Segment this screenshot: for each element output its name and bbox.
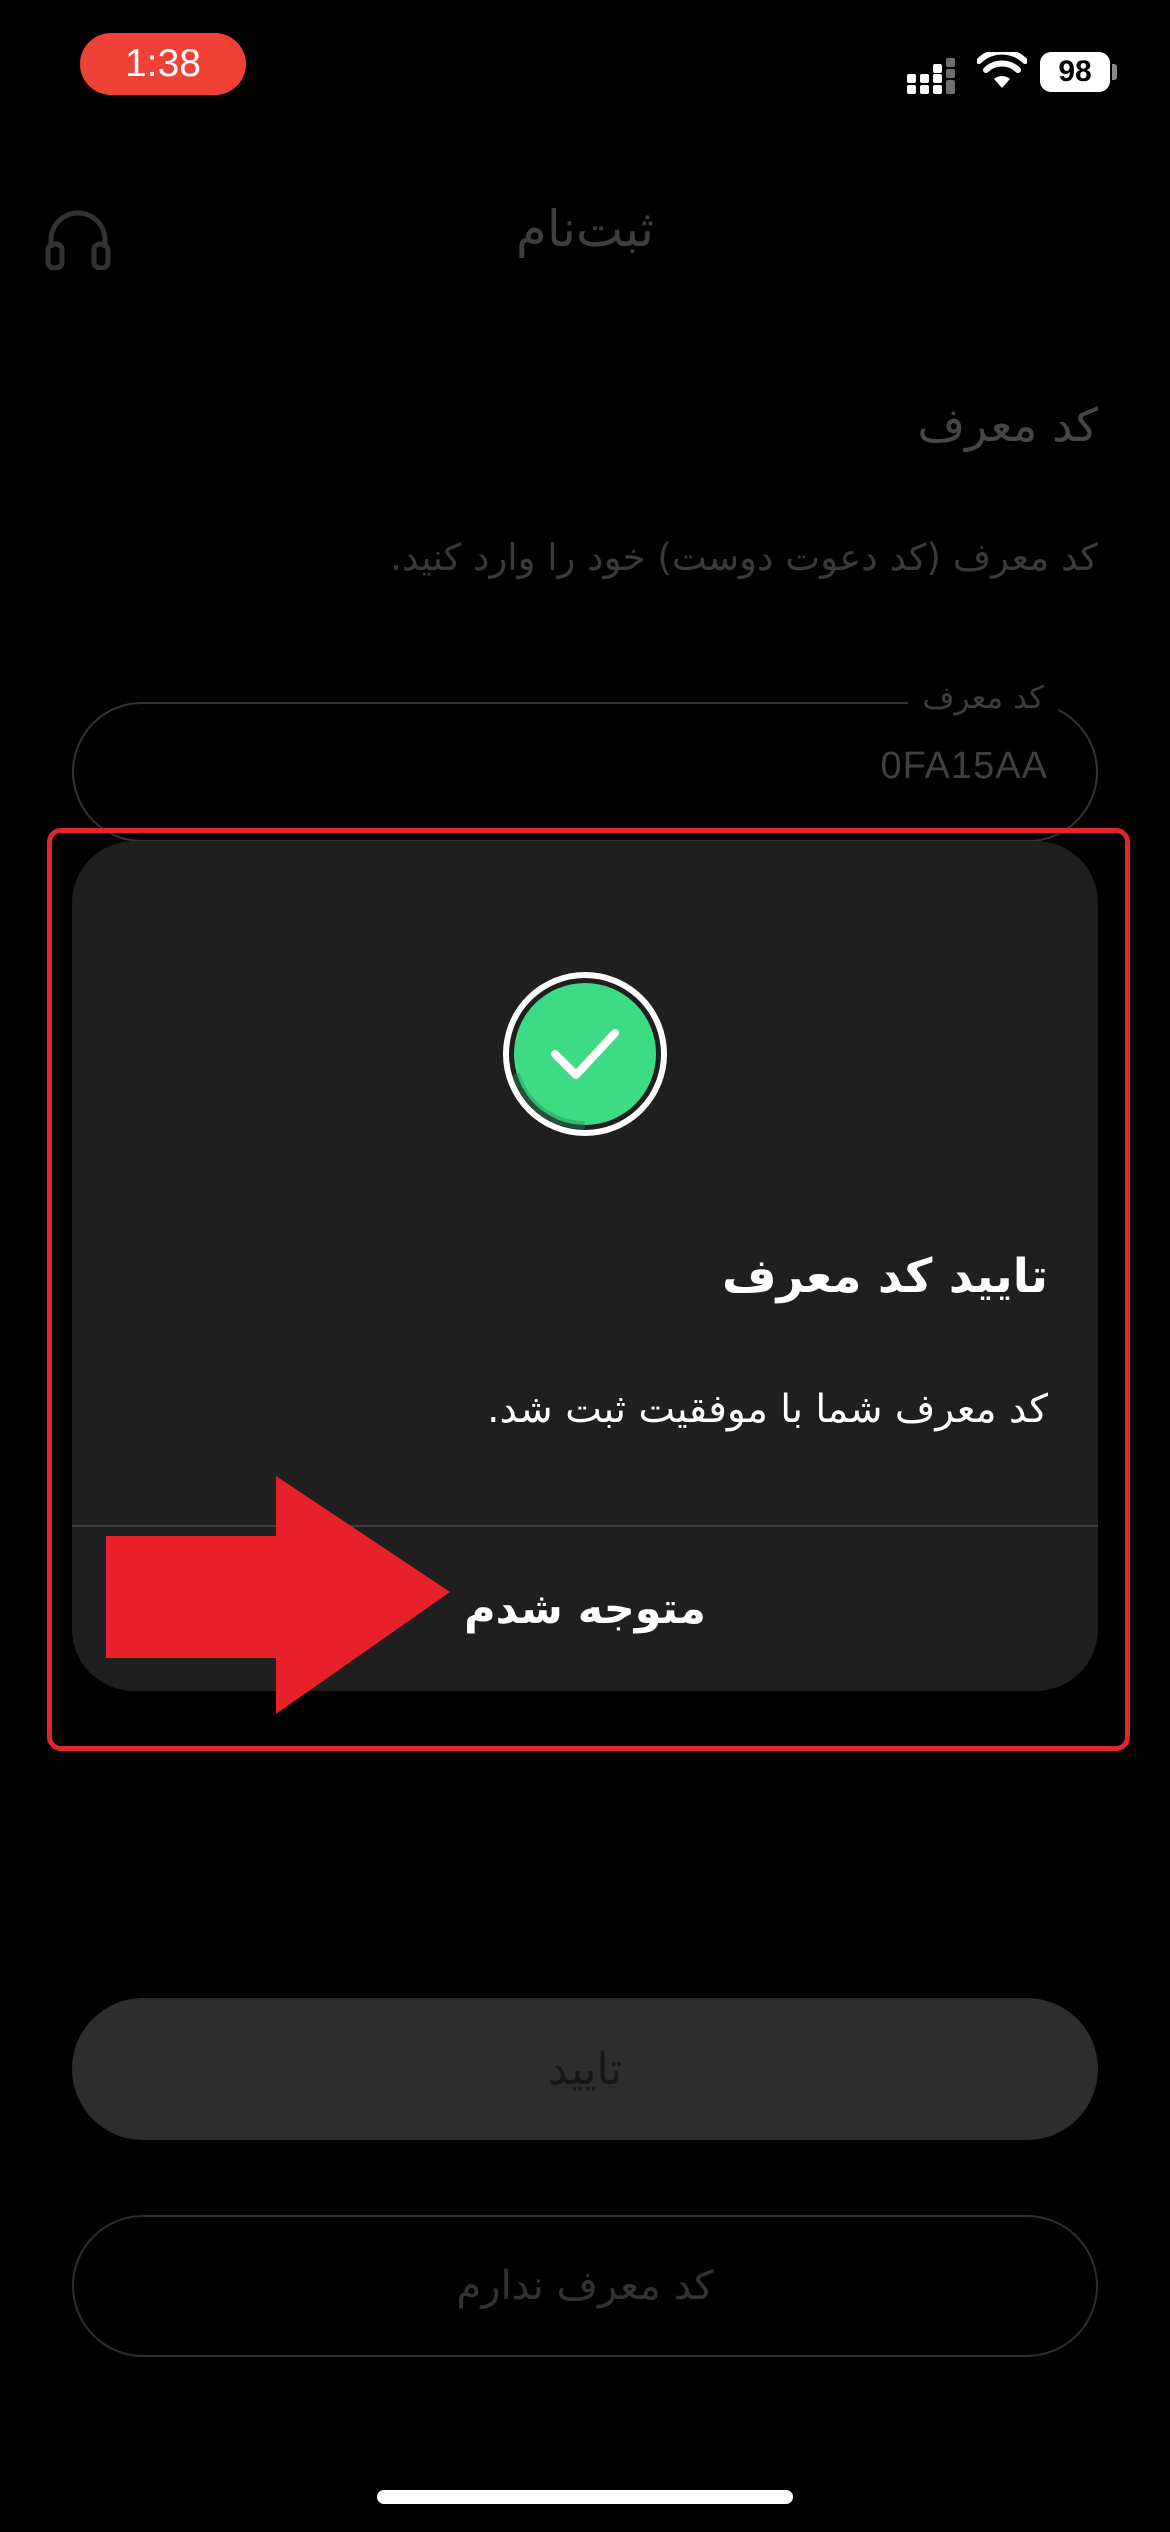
red-arrow-icon <box>106 1476 450 1714</box>
home-indicator <box>377 2490 793 2504</box>
referral-field-label: کد معرف <box>908 680 1058 716</box>
confirm-button[interactable]: تایید <box>72 1998 1098 2140</box>
status-time: 1:38 <box>80 33 246 95</box>
battery-icon: 98 <box>1040 52 1110 92</box>
referral-section-description: کد معرف (کد دعوت دوست) خود را وارد کنید. <box>390 536 1098 579</box>
referral-section-title: کد معرف <box>917 398 1098 452</box>
headphones-icon[interactable] <box>45 208 111 270</box>
referral-field-value[interactable]: 0FA15AA <box>880 745 1048 788</box>
battery-nub <box>1112 64 1117 80</box>
no-referral-code-button[interactable]: کد معرف ندارم <box>72 2215 1098 2357</box>
wifi-icon <box>977 52 1027 88</box>
page-title: ثبت‌نام <box>515 200 655 258</box>
signal-icon <box>907 58 955 94</box>
